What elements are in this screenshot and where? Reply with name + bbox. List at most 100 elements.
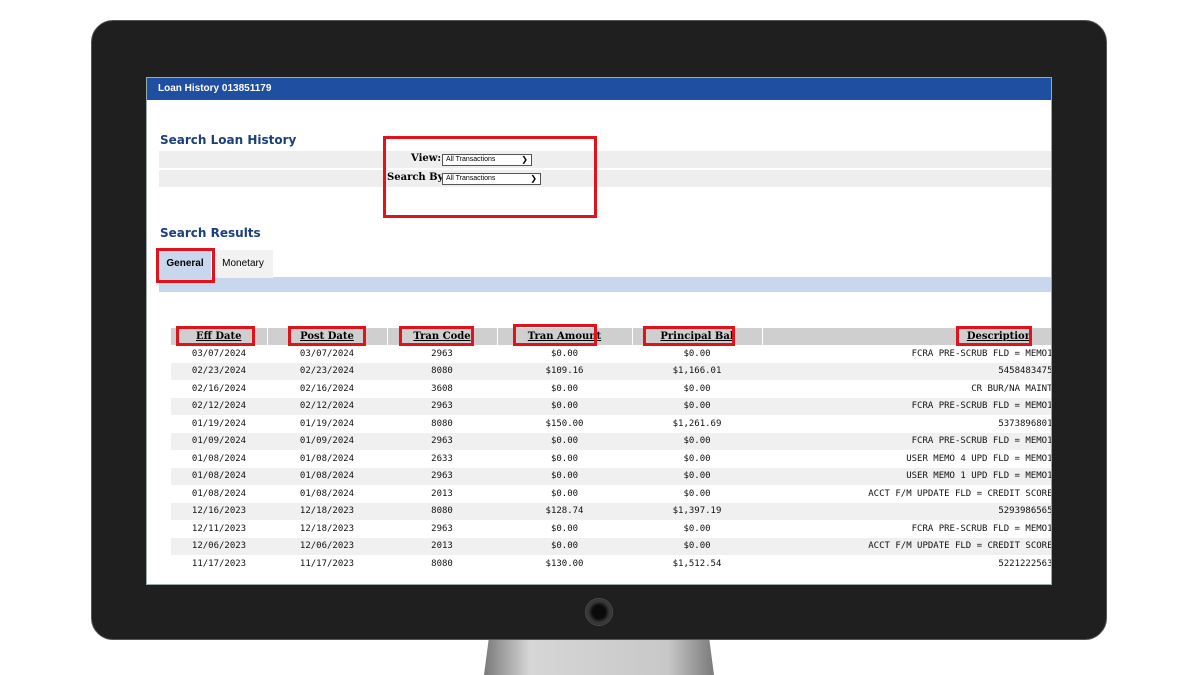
cell-description: 5293986565 <box>762 502 1051 520</box>
cell-tran-amount: $0.00 <box>497 519 632 538</box>
table-header-row: Eff Date Post Date Tran Code Tran Amount… <box>171 328 1051 345</box>
cell-eff-date: 01/08/2024 <box>171 484 267 503</box>
chevron-down-icon: ❯ <box>521 155 528 164</box>
cell-eff-date: 11/17/2023 <box>171 554 267 573</box>
cell-tran-code: 2633 <box>387 449 497 468</box>
cell-principal-bal: $1,512.54 <box>632 554 762 573</box>
cell-tran-amount: $0.00 <box>497 432 632 450</box>
cell-post-date: 01/08/2024 <box>267 467 387 485</box>
cell-eff-date: 02/12/2024 <box>171 397 267 415</box>
view-label: View: <box>411 153 442 164</box>
table-row[interactable]: 01/19/2024 01/19/2024 8080 $150.00 $1,261.69… <box>171 414 1051 433</box>
table-row[interactable]: 01/08/2024 01/08/2024 2963 $0.00 $0.00 USER M… <box>171 467 1051 485</box>
table-row[interactable]: 12/16/2023 12/18/2023 8080 $128.74 $1,397.19… <box>171 502 1051 520</box>
table-row[interactable]: 01/08/2024 01/08/2024 2633 $0.00 $0.00 USER M… <box>171 449 1051 468</box>
results-body: 03/07/2024 03/07/2024 2963 $0.00 $0.00 FCRA P… <box>171 344 1051 573</box>
cell-eff-date: 01/09/2024 <box>171 432 267 450</box>
column-header-description[interactable]: Description <box>762 328 1051 345</box>
cell-post-date: 11/17/2023 <box>267 554 387 573</box>
cell-post-date: 01/09/2024 <box>267 432 387 450</box>
cell-description: FCRA PRE-SCRUB FLD = MEMO1 <box>762 397 1051 415</box>
monitor-stand <box>484 640 714 675</box>
cell-description: FCRA PRE-SCRUB FLD = MEMO1 <box>762 344 1051 363</box>
table-row[interactable]: 11/17/2023 11/17/2023 8080 $130.00 $1,512.54… <box>171 554 1051 573</box>
cell-post-date: 02/16/2024 <box>267 379 387 398</box>
cell-principal-bal: $0.00 <box>632 397 762 415</box>
cell-tran-code: 2963 <box>387 519 497 538</box>
cell-principal-bal: $0.00 <box>632 537 762 555</box>
cell-tran-code: 8080 <box>387 414 497 433</box>
cell-tran-code: 2013 <box>387 537 497 555</box>
view-select[interactable]: All Transactions ❯ <box>442 154 532 166</box>
results-table: Eff Date Post Date Tran Code Tran Amount… <box>171 328 1051 573</box>
cell-principal-bal: $0.00 <box>632 484 762 503</box>
tab-monetary[interactable]: Monetary <box>213 250 273 278</box>
cell-description: ACCT F/M UPDATE FLD = CREDIT SCORE <box>762 484 1051 503</box>
table-row[interactable]: 02/23/2024 02/23/2024 8080 $109.16 $1,166.01… <box>171 362 1051 380</box>
filter-row-search-by: Search By: All Transactions ❯ <box>159 170 1051 187</box>
table-row[interactable]: 02/16/2024 02/16/2024 3608 $0.00 $0.00 CR BUR… <box>171 379 1051 398</box>
column-header-principal-bal[interactable]: Principal Bal <box>632 328 763 345</box>
cell-tran-amount: $0.00 <box>497 379 632 398</box>
cell-principal-bal: $1,166.01 <box>632 362 762 380</box>
cell-tran-code: 2013 <box>387 484 497 503</box>
cell-principal-bal: $0.00 <box>632 344 762 363</box>
table-row[interactable]: 01/08/2024 01/08/2024 2013 $0.00 $0.00 ACCT F… <box>171 484 1051 503</box>
cell-eff-date: 12/11/2023 <box>171 519 267 538</box>
cell-tran-amount: $0.00 <box>497 449 632 468</box>
table-row[interactable]: 01/09/2024 01/09/2024 2963 $0.00 $0.00 FCRA P… <box>171 432 1051 450</box>
results-heading: Search Results <box>160 226 261 240</box>
cell-principal-bal: $1,261.69 <box>632 414 762 433</box>
cell-eff-date: 12/06/2023 <box>171 537 267 555</box>
cell-post-date: 02/23/2024 <box>267 362 387 380</box>
tab-strip <box>159 277 1051 292</box>
cell-post-date: 02/12/2024 <box>267 397 387 415</box>
search-heading: Search Loan History <box>160 133 297 147</box>
tab-general[interactable]: General <box>159 250 211 278</box>
cell-post-date: 01/19/2024 <box>267 414 387 433</box>
cell-principal-bal: $0.00 <box>632 467 762 485</box>
cell-tran-code: 3608 <box>387 379 497 398</box>
table-row[interactable]: 12/06/2023 12/06/2023 2013 $0.00 $0.00 ACCT F… <box>171 537 1051 555</box>
cell-tran-code: 2963 <box>387 344 497 363</box>
table-row[interactable]: 12/11/2023 12/18/2023 2963 $0.00 $0.00 FCRA P… <box>171 519 1051 538</box>
column-header-tran-code[interactable]: Tran Code <box>387 328 498 345</box>
cell-post-date: 01/08/2024 <box>267 484 387 503</box>
window-title: Loan History 013851179 <box>147 78 1051 100</box>
cell-description: FCRA PRE-SCRUB FLD = MEMO1 <box>762 519 1051 538</box>
chevron-down-icon: ❯ <box>530 174 537 183</box>
cell-eff-date: 03/07/2024 <box>171 344 267 363</box>
cell-tran-code: 8080 <box>387 554 497 573</box>
cell-principal-bal: $0.00 <box>632 432 762 450</box>
cell-post-date: 01/08/2024 <box>267 449 387 468</box>
cell-tran-amount: $150.00 <box>497 414 632 433</box>
cell-tran-code: 2963 <box>387 397 497 415</box>
cell-tran-amount: $0.00 <box>497 484 632 503</box>
cell-post-date: 03/07/2024 <box>267 344 387 363</box>
column-header-post-date[interactable]: Post Date <box>267 328 388 345</box>
cell-description: ACCT F/M UPDATE FLD = CREDIT SCORE <box>762 537 1051 555</box>
cell-eff-date: 12/16/2023 <box>171 502 267 520</box>
column-header-tran-amount[interactable]: Tran Amount <box>497 328 633 345</box>
monitor-frame: Loan History 013851179 Search Loan Histo… <box>91 20 1107 640</box>
view-select-value: All Transactions <box>446 156 496 163</box>
cell-description: 5458483475 <box>762 362 1051 380</box>
search-by-select[interactable]: All Transactions ❯ <box>442 173 541 185</box>
cell-principal-bal: $1,397.19 <box>632 502 762 520</box>
cell-principal-bal: $0.00 <box>632 519 762 538</box>
cell-eff-date: 01/08/2024 <box>171 467 267 485</box>
table-row[interactable]: 02/12/2024 02/12/2024 2963 $0.00 $0.00 FCRA P… <box>171 397 1051 415</box>
cell-eff-date: 01/08/2024 <box>171 449 267 468</box>
cell-description: USER MEMO 4 UPD FLD = MEMO1 <box>762 449 1051 468</box>
cell-description: FCRA PRE-SCRUB FLD = MEMO1 <box>762 432 1051 450</box>
search-by-label: Search By: <box>387 172 448 183</box>
webcam-icon <box>585 598 613 626</box>
cell-description: 5373896801 <box>762 414 1051 433</box>
cell-principal-bal: $0.00 <box>632 379 762 398</box>
column-header-eff-date[interactable]: Eff Date <box>171 328 268 345</box>
table-row[interactable]: 03/07/2024 03/07/2024 2963 $0.00 $0.00 FCRA P… <box>171 344 1051 363</box>
filter-row-view: View: All Transactions ❯ <box>159 151 1051 168</box>
cell-tran-code: 2963 <box>387 432 497 450</box>
cell-post-date: 12/18/2023 <box>267 502 387 520</box>
cell-tran-amount: $0.00 <box>497 397 632 415</box>
